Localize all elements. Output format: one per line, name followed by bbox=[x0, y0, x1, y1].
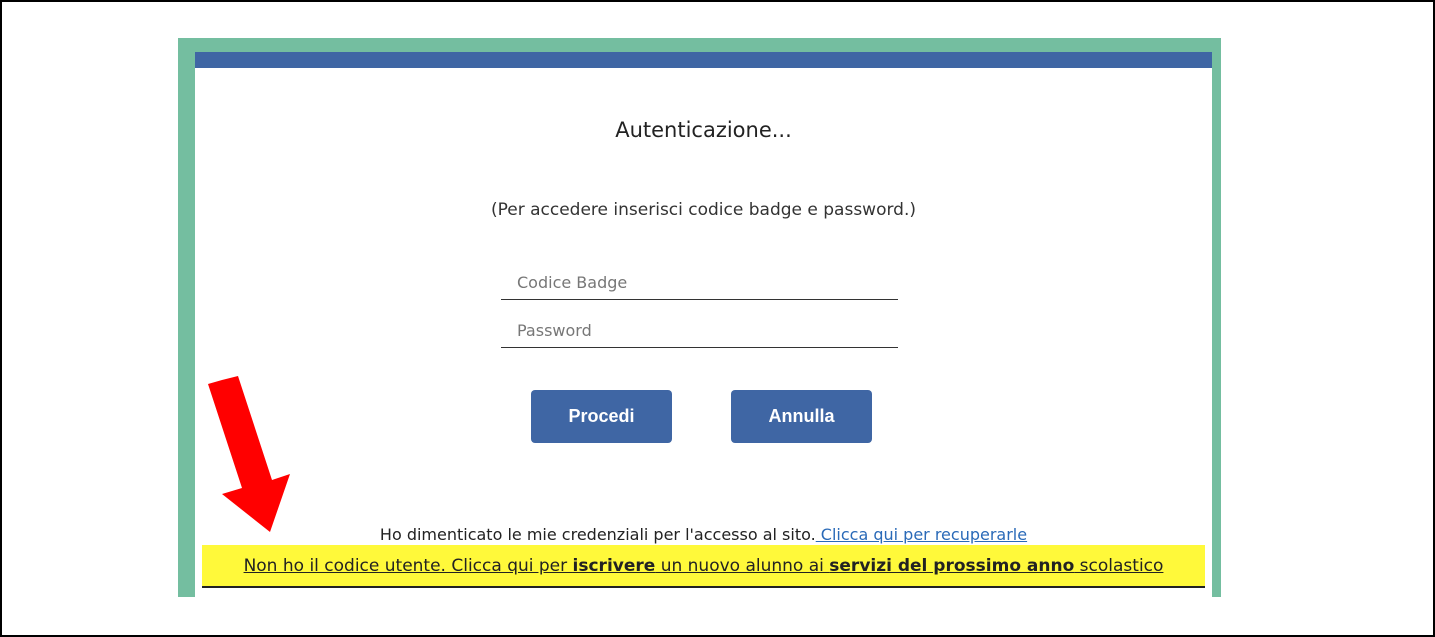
forgot-credentials-label: Ho dimenticato le mie credenziali per l'… bbox=[379, 525, 816, 544]
enroll-text-3: scolastico bbox=[1074, 555, 1164, 576]
login-panel: Autenticazione... (Per accedere inserisc… bbox=[195, 52, 1212, 597]
enroll-text-1: Non ho il codice utente. Clicca qui per bbox=[243, 555, 573, 576]
recover-credentials-link[interactable]: Clicca qui per recuperarle bbox=[816, 525, 1027, 544]
red-arrow-icon bbox=[208, 376, 290, 532]
login-instructions: (Per accedere inserisci codice badge e p… bbox=[490, 200, 917, 220]
proceed-button[interactable]: Procedi bbox=[531, 390, 672, 443]
forgot-credentials-text: Ho dimenticato le mie credenziali per l'… bbox=[195, 525, 1212, 544]
password-input[interactable] bbox=[501, 314, 898, 348]
header-bar bbox=[195, 52, 1212, 68]
cancel-button[interactable]: Annulla bbox=[731, 390, 872, 443]
enroll-new-student-link[interactable]: Non ho il codice utente. Clicca qui per … bbox=[202, 545, 1205, 588]
enroll-text-bold-2: servizi del prossimo anno bbox=[829, 555, 1075, 576]
enroll-text-bold-1: iscrivere bbox=[572, 555, 656, 576]
enroll-text-2: un nuovo alunno ai bbox=[655, 555, 830, 576]
page-title: Autenticazione... bbox=[615, 118, 792, 142]
badge-code-input[interactable] bbox=[501, 266, 898, 300]
